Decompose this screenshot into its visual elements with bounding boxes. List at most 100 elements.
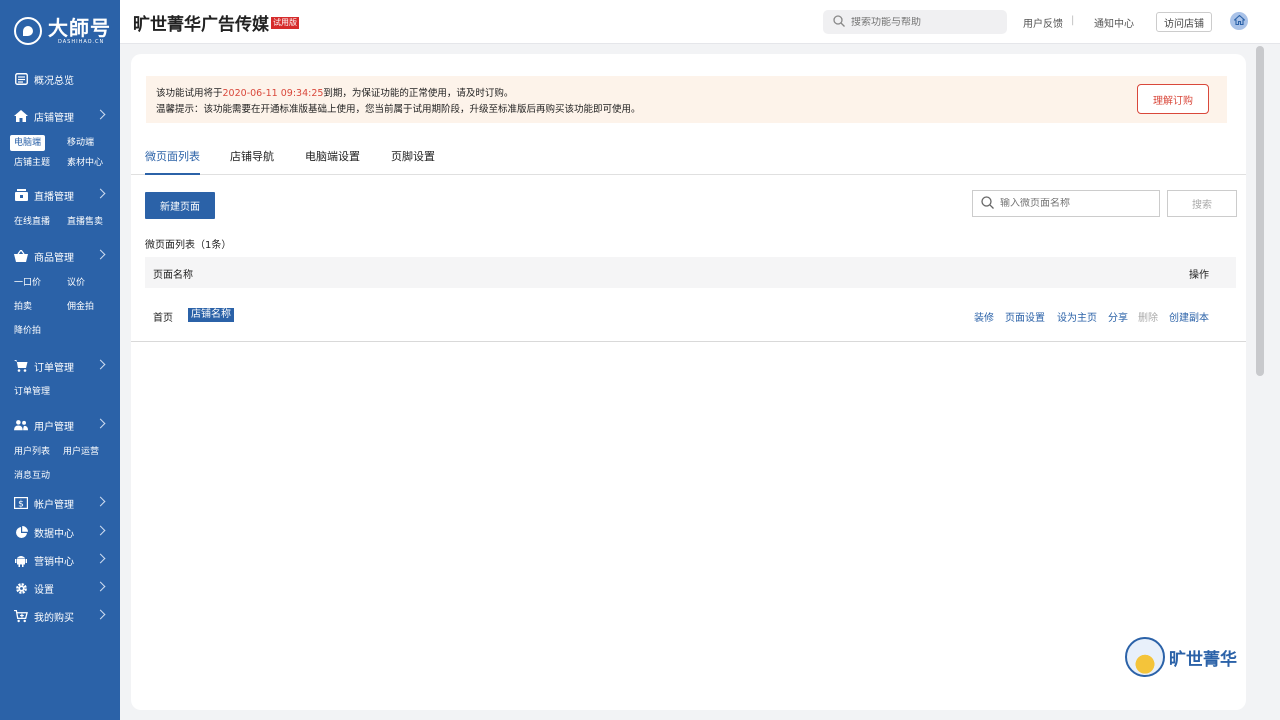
feedback-link[interactable]: 用户反馈 xyxy=(1023,15,1063,30)
sidebar-sub-commission[interactable]: 佣金拍 xyxy=(67,299,94,315)
tab-bar: 微页面列表 店铺导航 电脑端设置 页脚设置 xyxy=(131,138,1246,175)
sidebar-item-label: 数据中心 xyxy=(34,528,74,540)
search-icon xyxy=(981,195,994,212)
notice-suffix: 到期，为保证功能的正常使用，请及时订购。 xyxy=(323,88,514,99)
logo-mark-icon xyxy=(14,17,42,45)
sidebar-sub-live-online[interactable]: 在线直播 xyxy=(14,214,50,230)
sidebar-item-store[interactable]: 店铺管理 xyxy=(0,105,120,127)
home-button[interactable] xyxy=(1230,12,1248,30)
tab-store-nav[interactable]: 店铺导航 xyxy=(230,148,274,175)
notice-line-2: 温馨提示：该功能需要在开通标准版基础上使用，您当前属于试用期阶段，升级至标准版后… xyxy=(156,104,641,115)
decorate-action[interactable]: 装修 xyxy=(974,309,994,324)
sidebar-item-users[interactable]: 用户管理 xyxy=(0,414,120,436)
duplicate-action[interactable]: 创建副本 xyxy=(1169,309,1209,324)
sidebar-item-overview[interactable]: 概况总览 xyxy=(0,68,120,90)
expiry-date: 2020-06-11 09:34:25 xyxy=(222,88,324,99)
home-icon xyxy=(14,109,28,123)
search-button[interactable]: 搜索 xyxy=(1167,190,1237,217)
tab-footer-settings[interactable]: 页脚设置 xyxy=(391,148,435,175)
home-icon xyxy=(1232,14,1246,28)
search-icon xyxy=(833,14,845,30)
sidebar-item-goods[interactable]: 商品管理 xyxy=(0,245,120,267)
sidebar-sub-fixed-price[interactable]: 一口价 xyxy=(14,275,41,291)
global-search-input[interactable] xyxy=(851,16,991,28)
sidebar-item-orders[interactable]: 订单管理 xyxy=(0,355,120,377)
scrollbar-thumb[interactable] xyxy=(1256,46,1264,376)
app-logo[interactable]: 大師号 DASHIHAO.CN xyxy=(0,0,120,62)
sidebar-item-settings[interactable]: 设置 xyxy=(0,577,120,599)
dollar-icon: $ xyxy=(14,496,28,510)
page-scrollbar[interactable] xyxy=(1255,44,1265,720)
svg-text:$: $ xyxy=(18,500,24,510)
sidebar-sub-user-list[interactable]: 用户列表 xyxy=(14,444,50,460)
sidebar-sub-messages[interactable]: 消息互动 xyxy=(14,468,50,484)
table-row: 首页 店铺名称 装修 页面设置 设为主页 分享 删除 创建副本 xyxy=(131,294,1246,342)
sidebar-sub-auction[interactable]: 拍卖 xyxy=(14,299,32,315)
sidebar-sub-order-manage[interactable]: 订单管理 xyxy=(14,384,50,400)
chevron-right-icon xyxy=(95,496,106,507)
sidebar-item-live[interactable]: 直播管理 xyxy=(0,184,120,206)
page-name[interactable]: 首页 xyxy=(153,309,173,324)
notification-center-link[interactable]: 通知中心 xyxy=(1094,15,1134,30)
column-header-actions: 操作 xyxy=(1189,270,1209,281)
chevron-right-icon xyxy=(95,109,106,120)
pie-chart-icon xyxy=(14,525,28,539)
sidebar-item-label: 店铺管理 xyxy=(34,112,74,124)
page-settings-action[interactable]: 页面设置 xyxy=(1005,309,1045,324)
sidebar-item-marketing[interactable]: 营销中心 xyxy=(0,549,120,571)
page-search-input[interactable] xyxy=(1000,198,1150,209)
live-icon xyxy=(14,188,28,202)
chevron-right-icon xyxy=(95,581,106,592)
logo-title: 大師号 xyxy=(48,15,111,40)
list-icon xyxy=(14,72,28,86)
sidebar-item-account[interactable]: $ 帐户管理 xyxy=(0,492,120,514)
global-search[interactable] xyxy=(823,10,1007,34)
brand-emblem-icon xyxy=(1125,637,1165,677)
logo-subtitle: DASHIHAO.CN xyxy=(58,38,105,45)
cart-add-icon xyxy=(14,609,28,623)
chevron-right-icon xyxy=(95,188,106,199)
sidebar-sub-live-sale[interactable]: 直播售卖 xyxy=(67,214,103,230)
sidebar-sub-theme[interactable]: 店铺主题 xyxy=(14,155,50,171)
list-title: 微页面列表（1条） xyxy=(145,240,232,251)
sidebar-item-label: 我的购买 xyxy=(34,612,74,624)
chevron-right-icon xyxy=(95,525,106,536)
set-homepage-action[interactable]: 设为主页 xyxy=(1057,309,1097,324)
brand-name: 旷世菁华 xyxy=(1169,649,1237,670)
sidebar-sub-user-ops[interactable]: 用户运营 xyxy=(63,444,99,460)
company-name: 旷世菁华广告传媒 xyxy=(133,15,269,35)
sidebar-item-data[interactable]: 数据中心 xyxy=(0,521,120,543)
page-search[interactable] xyxy=(972,190,1160,217)
subscribe-button[interactable]: 理解订购 xyxy=(1137,84,1209,114)
sidebar-sub-negotiate[interactable]: 议价 xyxy=(67,275,85,291)
basket-icon xyxy=(14,249,28,263)
sidebar-sub-pc[interactable]: 电脑端 xyxy=(10,135,46,151)
top-header: 旷世菁华广告传媒 试用版 用户反馈 | 通知中心 访问店铺 xyxy=(120,0,1280,44)
chevron-right-icon xyxy=(95,359,106,370)
brand-watermark: 旷世菁华 xyxy=(1125,637,1237,677)
sidebar-item-label: 商品管理 xyxy=(34,252,74,264)
content-panel: 该功能试用将于2020-06-11 09:34:25到期，为保证功能的正常使用，… xyxy=(131,54,1246,710)
sidebar: 大師号 DASHIHAO.CN 概况总览 店铺管理 电脑端 移动端 店铺主题 素… xyxy=(0,0,120,720)
android-icon xyxy=(14,553,28,567)
tab-micro-page-list[interactable]: 微页面列表 xyxy=(145,148,200,175)
table-header: 页面名称 操作 xyxy=(145,257,1236,288)
sidebar-item-label: 直播管理 xyxy=(34,191,74,203)
sidebar-item-label: 订单管理 xyxy=(34,362,74,374)
users-icon xyxy=(14,418,28,432)
new-page-button[interactable]: 新建页面 xyxy=(145,192,215,219)
trial-badge: 试用版 xyxy=(271,16,299,29)
sidebar-sub-assets[interactable]: 素材中心 xyxy=(67,155,103,171)
share-action[interactable]: 分享 xyxy=(1108,309,1128,324)
sidebar-item-purchases[interactable]: 我的购买 xyxy=(0,605,120,627)
chevron-right-icon xyxy=(95,553,106,564)
sidebar-sub-mobile[interactable]: 移动端 xyxy=(67,135,94,151)
visit-store-button[interactable]: 访问店铺 xyxy=(1156,12,1212,32)
tab-pc-settings[interactable]: 电脑端设置 xyxy=(305,148,360,175)
delete-action[interactable]: 删除 xyxy=(1138,309,1158,324)
sidebar-item-label: 设置 xyxy=(34,584,54,596)
sidebar-sub-price-drop[interactable]: 降价拍 xyxy=(14,323,41,339)
store-name-tag[interactable]: 店铺名称 xyxy=(188,308,234,322)
header-separator: | xyxy=(1071,15,1075,26)
trial-notice: 该功能试用将于2020-06-11 09:34:25到期，为保证功能的正常使用，… xyxy=(146,76,1227,123)
